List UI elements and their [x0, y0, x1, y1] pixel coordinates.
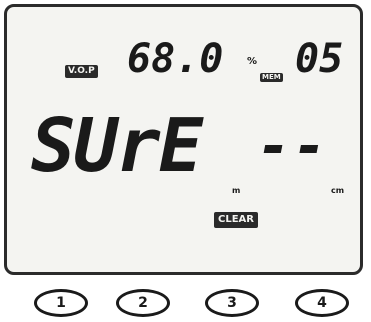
button-2[interactable]: 2: [116, 289, 170, 317]
button-1[interactable]: 1: [34, 289, 88, 317]
button-3[interactable]: 3: [205, 289, 259, 317]
unit-cm: cm: [331, 186, 345, 195]
percent-value: 68.0: [127, 36, 224, 82]
mem-value: 05: [295, 36, 344, 82]
unit-m: m: [232, 186, 241, 195]
vop-label: V.O.P: [65, 65, 98, 78]
main-dashes: --: [257, 114, 329, 179]
mem-label: MEM: [260, 73, 283, 82]
lcd-display: V.O.P 68.0 % MEM 05 SUrE m -- cm CLEAR: [4, 4, 363, 275]
main-readout: SUrE: [31, 103, 203, 189]
button-4[interactable]: 4: [295, 289, 349, 317]
percent-unit: %: [247, 56, 258, 67]
clear-label: CLEAR: [214, 212, 258, 228]
